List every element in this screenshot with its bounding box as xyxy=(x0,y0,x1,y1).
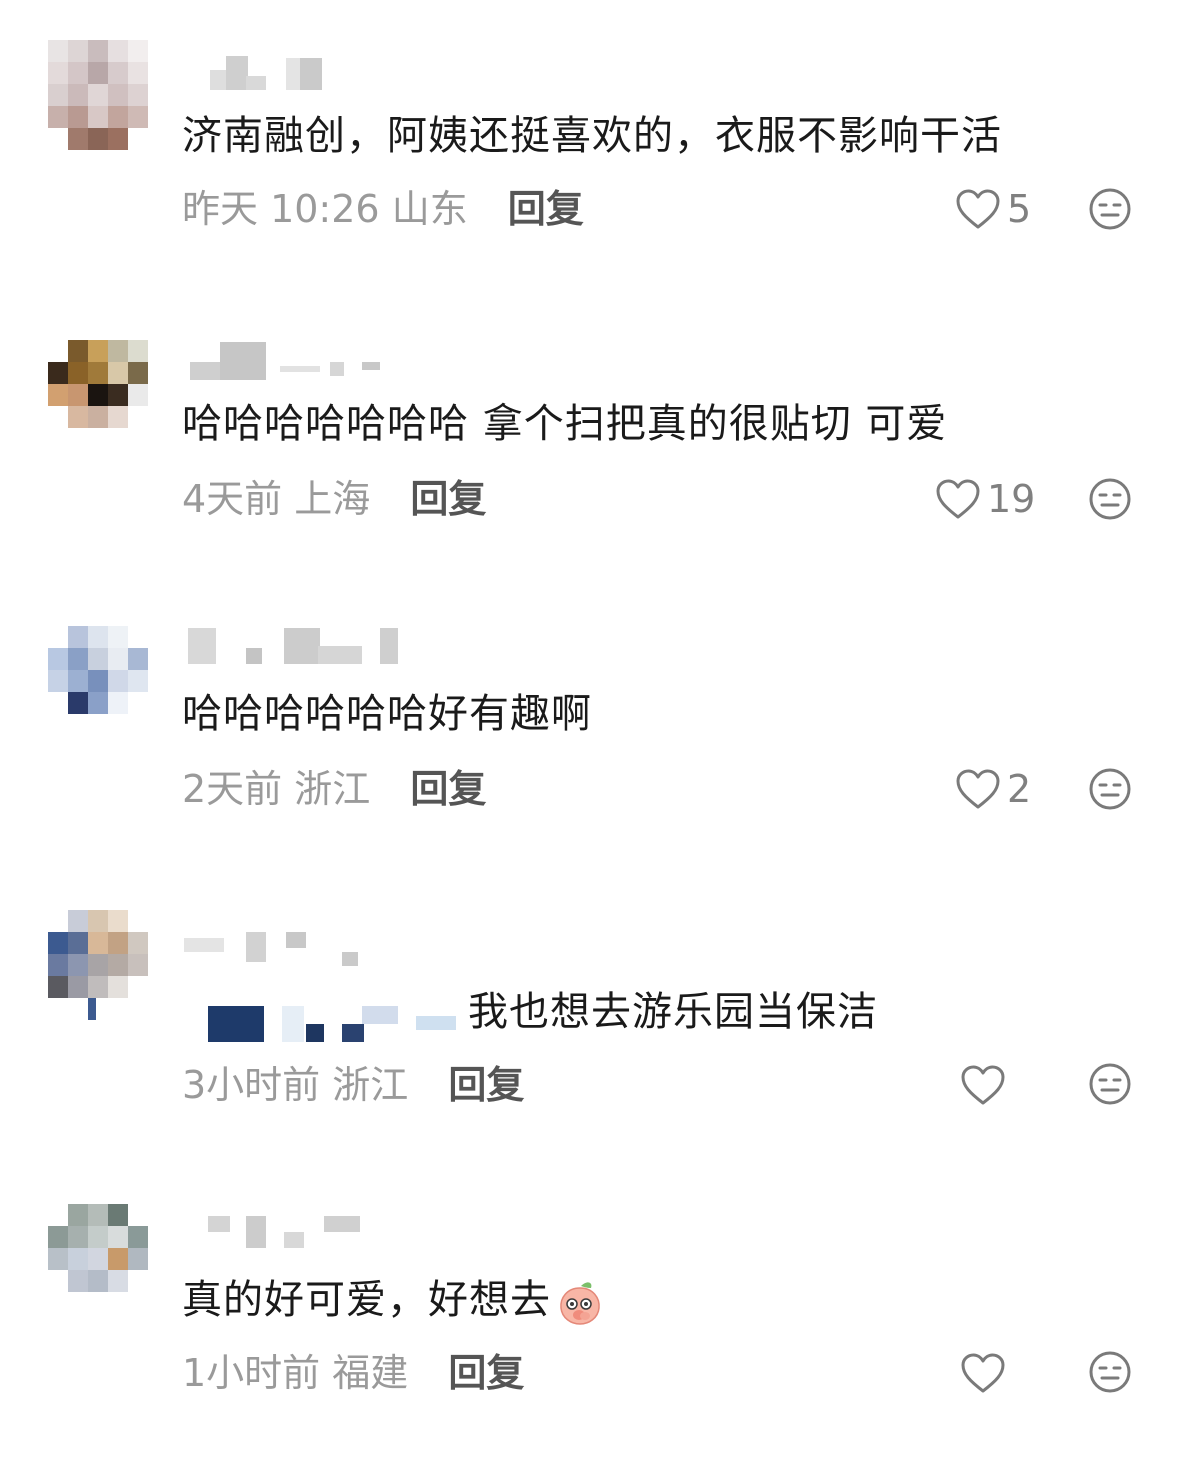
like-button[interactable]: 5 xyxy=(955,186,1031,232)
reply-button[interactable]: 回复 xyxy=(508,187,584,231)
username-redacted xyxy=(180,340,500,400)
comment-meta: 昨天 10:26 山东 回复 xyxy=(182,186,584,232)
comment-location: 福建 xyxy=(332,1351,409,1395)
username-redacted xyxy=(206,996,466,1056)
comment-item: 真的好可爱，好想去 1小时前 福建 回复 xyxy=(0,1166,1200,1456)
username-redacted xyxy=(180,1212,500,1272)
heart-outline-icon xyxy=(961,1065,1005,1105)
like-count: 19 xyxy=(987,477,1036,521)
comment-location: 浙江 xyxy=(294,767,371,811)
like-button[interactable] xyxy=(960,1062,1006,1108)
heart-outline-icon xyxy=(956,769,1000,809)
comment-text-content: 真的好可爱，好想去 xyxy=(182,1277,551,1323)
comment-item: 我也想去游乐园当保洁 3小时前 浙江 回复 xyxy=(0,870,1200,1160)
comment-item: 济南融创，阿姨还挺喜欢的，衣服不影响干活 昨天 10:26 山东 回复 5 xyxy=(0,0,1200,290)
reply-button[interactable]: 回复 xyxy=(410,767,486,811)
comment-location: 浙江 xyxy=(332,1063,409,1107)
neutral-face-icon[interactable] xyxy=(1088,767,1132,811)
heart-outline-icon xyxy=(936,479,980,519)
heart-outline-icon xyxy=(961,1353,1005,1393)
reply-button[interactable]: 回复 xyxy=(448,1351,524,1395)
neutral-face-icon[interactable] xyxy=(1088,187,1132,231)
like-button[interactable] xyxy=(960,1350,1006,1396)
username-redacted xyxy=(180,926,500,986)
reply-button[interactable]: 回复 xyxy=(448,1063,524,1107)
like-button[interactable]: 2 xyxy=(955,766,1031,812)
comment-meta: 3小时前 浙江 回复 xyxy=(182,1062,524,1108)
comment-text: 哈哈哈哈哈哈好有趣啊 xyxy=(182,691,592,737)
comment-text: 济南融创，阿姨还挺喜欢的，衣服不影响干活 xyxy=(182,113,1002,159)
comment-meta: 4天前 上海 回复 xyxy=(182,476,486,522)
comment-text: 真的好可爱，好想去 xyxy=(182,1276,603,1326)
comment-time: 昨天 10:26 xyxy=(182,187,380,231)
comment-time: 2天前 xyxy=(182,767,283,811)
neutral-face-icon[interactable] xyxy=(1088,1062,1132,1106)
like-count: 5 xyxy=(1007,187,1032,231)
comment-item: 哈哈哈哈哈哈好有趣啊 2天前 浙江 回复 2 xyxy=(0,580,1200,870)
neutral-face-icon[interactable] xyxy=(1088,1350,1132,1394)
avatar[interactable] xyxy=(48,340,152,452)
comment-time: 3小时前 xyxy=(182,1063,321,1107)
neutral-face-icon[interactable] xyxy=(1088,477,1132,521)
comment-text: 我也想去游乐园当保洁 xyxy=(468,989,878,1035)
avatar[interactable] xyxy=(48,626,148,738)
peach-emoji-icon xyxy=(560,1282,600,1325)
comment-text: 哈哈哈哈哈哈哈 拿个扫把真的很贴切 可爱 xyxy=(182,401,948,447)
comment-item: 哈哈哈哈哈哈哈 拿个扫把真的很贴切 可爱 4天前 上海 回复 19 xyxy=(0,290,1200,580)
comment-time: 4天前 xyxy=(182,477,283,521)
comment-meta: 2天前 浙江 回复 xyxy=(182,766,486,812)
reply-button[interactable]: 回复 xyxy=(410,477,486,521)
comment-time: 1小时前 xyxy=(182,1351,321,1395)
username-redacted xyxy=(180,40,500,100)
comment-location: 山东 xyxy=(391,187,468,231)
heart-outline-icon xyxy=(956,189,1000,229)
like-button[interactable]: 19 xyxy=(935,476,1035,522)
comment-location: 上海 xyxy=(294,477,371,521)
like-count: 2 xyxy=(1007,767,1032,811)
username-redacted xyxy=(180,626,500,686)
avatar[interactable] xyxy=(48,40,152,152)
comment-meta: 1小时前 福建 回复 xyxy=(182,1350,524,1396)
avatar[interactable] xyxy=(48,1204,148,1316)
avatar[interactable] xyxy=(48,910,148,1022)
